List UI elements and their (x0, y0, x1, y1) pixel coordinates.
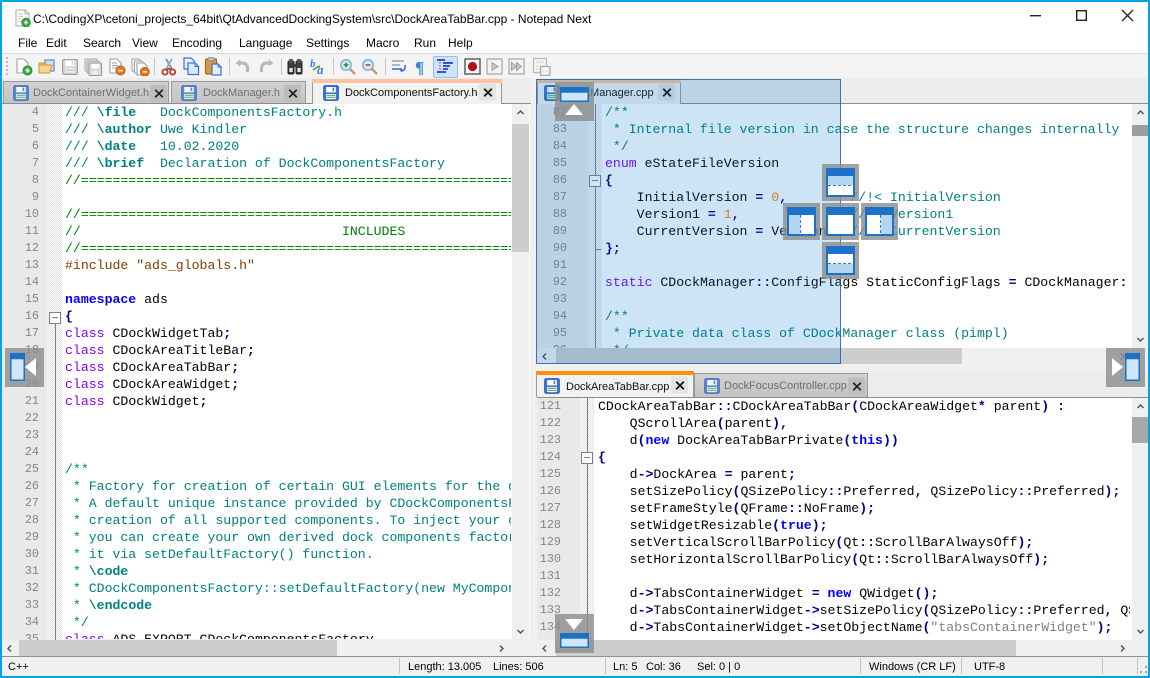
svg-text:¶: ¶ (415, 58, 424, 76)
svg-text:a: a (317, 62, 324, 76)
